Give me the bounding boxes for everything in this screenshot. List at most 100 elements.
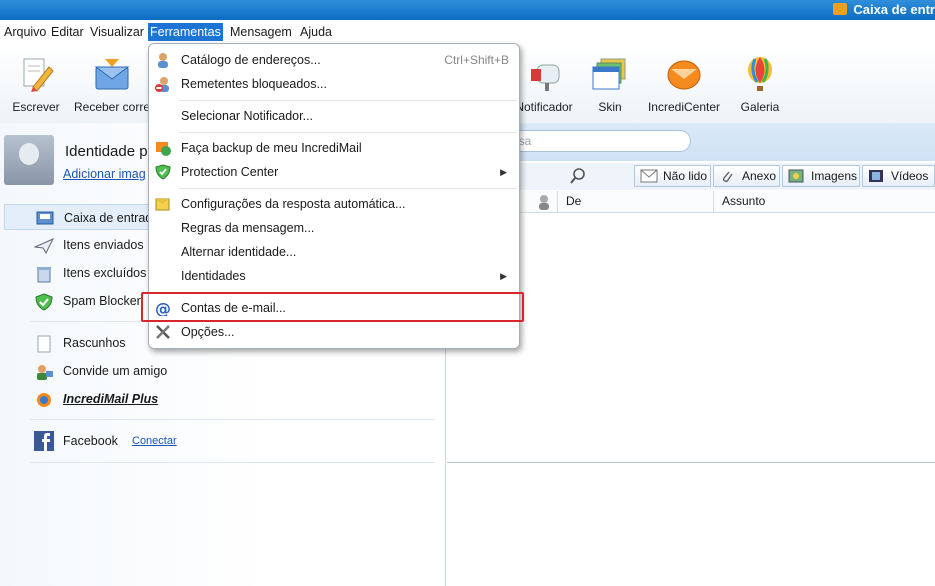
menu-mensagem[interactable]: Mensagem bbox=[228, 23, 294, 41]
contact-column-icon[interactable] bbox=[537, 194, 551, 210]
menu-editar[interactable]: Editar bbox=[49, 23, 86, 41]
menu-item-label: Remetentes bloqueados... bbox=[181, 77, 327, 91]
envelope-icon bbox=[640, 169, 658, 183]
blocked-user-icon bbox=[155, 77, 169, 92]
menu-item-auto-reply[interactable]: Configurações da resposta automática... bbox=[149, 192, 519, 216]
notifier-button[interactable]: Notificador bbox=[512, 55, 576, 114]
filter-label: Anexo bbox=[742, 169, 777, 183]
filter-images-button[interactable]: Imagens bbox=[782, 165, 860, 187]
receive-button[interactable]: Receber corre bbox=[72, 55, 152, 114]
envelope-receive-icon bbox=[94, 59, 130, 90]
column-divider bbox=[557, 191, 558, 213]
column-subject[interactable]: Assunto bbox=[722, 194, 765, 208]
menu-item-address-book[interactable]: Catálogo de endereços... Ctrl+Shift+B bbox=[149, 48, 519, 72]
menu-item-label: Alternar identidade... bbox=[181, 245, 297, 259]
search-icon[interactable] bbox=[569, 167, 587, 185]
sidebar-item-label: Facebook bbox=[63, 434, 118, 448]
balloon-icon bbox=[748, 57, 772, 91]
menu-item-blocked-senders[interactable]: Remetentes bloqueados... bbox=[149, 72, 519, 96]
auto-reply-icon bbox=[155, 198, 170, 211]
filter-bar: Não lido Anexo Imagens Vídeos bbox=[447, 163, 935, 190]
facebook-icon bbox=[34, 431, 54, 451]
sidebar-item-label: Itens excluídos bbox=[63, 266, 147, 280]
paperclip-icon bbox=[722, 171, 733, 183]
menu-item-message-rules[interactable]: Regras da mensagem... bbox=[149, 216, 519, 240]
sidebar-item-label: IncrediMail Plus bbox=[63, 392, 159, 406]
sidebar-item-label: Convide um amigo bbox=[63, 364, 168, 378]
add-image-link[interactable]: Adicionar imag bbox=[63, 167, 146, 181]
incredicenter-label: IncrediCenter bbox=[647, 100, 721, 114]
filter-label: Não lido bbox=[663, 169, 708, 183]
window-title: Caixa de entr bbox=[833, 2, 935, 17]
paper-plane-icon bbox=[34, 238, 54, 255]
column-from[interactable]: De bbox=[566, 194, 581, 208]
skin-label: Skin bbox=[598, 100, 622, 114]
menu-item-select-notifier[interactable]: Selecionar Notificador... bbox=[149, 104, 519, 128]
write-button[interactable]: Escrever bbox=[8, 55, 64, 114]
tools-icon bbox=[156, 325, 170, 339]
column-header: De Assunto bbox=[447, 191, 935, 213]
menu-item-label: Opções... bbox=[181, 325, 235, 339]
highlight-annotation bbox=[141, 292, 524, 322]
menu-visualizar[interactable]: Visualizar bbox=[88, 23, 146, 41]
divider bbox=[30, 462, 435, 463]
mailbox-icon bbox=[531, 64, 560, 91]
menu-item-backup[interactable]: Faça backup de meu IncrediMail bbox=[149, 136, 519, 160]
identity-name: Identidade pr bbox=[65, 143, 153, 160]
image-icon bbox=[788, 169, 804, 183]
film-icon bbox=[869, 170, 883, 182]
column-divider bbox=[713, 191, 714, 213]
menu-separator bbox=[179, 100, 517, 101]
menu-item-switch-identity[interactable]: Alternar identidade... bbox=[149, 240, 519, 264]
menu-item-protection-center[interactable]: Protection Center ▶ bbox=[149, 160, 519, 184]
sidebar-item-facebook[interactable]: Facebook Conectar bbox=[4, 428, 434, 454]
incredimail-plus-icon bbox=[37, 393, 51, 407]
menu-separator bbox=[179, 188, 517, 189]
menu-arquivo[interactable]: Arquivo bbox=[2, 23, 48, 41]
backup-icon bbox=[156, 142, 171, 156]
sidebar-item-invite[interactable]: Convide um amigo bbox=[4, 358, 434, 384]
gallery-button[interactable]: Galeria bbox=[736, 55, 784, 114]
filter-unread-button[interactable]: Não lido bbox=[634, 165, 711, 187]
sidebar-item-label: Spam Blocker bbox=[63, 294, 141, 308]
title-bar: Caixa de entr bbox=[0, 0, 935, 20]
filter-videos-button[interactable]: Vídeos bbox=[862, 165, 935, 187]
envelope-icon bbox=[833, 3, 848, 15]
write-icon bbox=[23, 58, 54, 92]
receive-label: Receber corre bbox=[73, 100, 151, 114]
avatar[interactable] bbox=[4, 135, 54, 185]
sidebar-item-label: Caixa de entrad bbox=[64, 211, 153, 225]
menu-bar: Arquivo Editar Visualizar Ferramentas Me… bbox=[0, 21, 935, 43]
menu-item-label: Identidades bbox=[181, 269, 246, 283]
search-input[interactable]: isa bbox=[507, 130, 691, 152]
menu-item-label: Protection Center bbox=[181, 165, 279, 179]
inbox-icon bbox=[36, 211, 54, 225]
menu-item-shortcut: Ctrl+Shift+B bbox=[444, 53, 509, 67]
trash-icon bbox=[37, 267, 51, 283]
sidebar-item-incredimail-plus[interactable]: IncrediMail Plus bbox=[4, 386, 434, 412]
menu-item-label: Configurações da resposta automática... bbox=[181, 197, 406, 211]
submenu-arrow-icon: ▶ bbox=[500, 167, 507, 177]
menu-item-label: Selecionar Notificador... bbox=[181, 109, 314, 123]
facebook-connect-link[interactable]: Conectar bbox=[132, 428, 177, 454]
preview-divider[interactable] bbox=[447, 462, 935, 463]
incredicenter-button[interactable]: IncrediCenter bbox=[644, 55, 724, 114]
submenu-arrow-icon: ▶ bbox=[500, 271, 507, 281]
sidebar-item-label: Rascunhos bbox=[63, 336, 126, 350]
menu-item-identities[interactable]: Identidades ▶ bbox=[149, 264, 519, 288]
filter-attachment-button[interactable]: Anexo bbox=[713, 165, 780, 187]
search-bar: isa bbox=[447, 123, 935, 161]
menu-separator bbox=[179, 132, 517, 133]
menu-item-options[interactable]: Opções... bbox=[149, 320, 519, 344]
invite-friend-icon bbox=[37, 365, 53, 380]
menu-ajuda[interactable]: Ajuda bbox=[298, 23, 334, 41]
filter-label: Imagens bbox=[811, 169, 858, 183]
filter-label: Vídeos bbox=[891, 169, 929, 183]
menu-item-label: Regras da mensagem... bbox=[181, 221, 315, 235]
menu-ferramentas[interactable]: Ferramentas bbox=[148, 23, 223, 41]
skin-button[interactable]: Skin bbox=[588, 55, 632, 114]
shield-icon bbox=[155, 164, 171, 180]
write-label: Escrever bbox=[12, 100, 60, 114]
address-book-icon bbox=[158, 53, 168, 68]
draft-icon bbox=[37, 335, 51, 353]
